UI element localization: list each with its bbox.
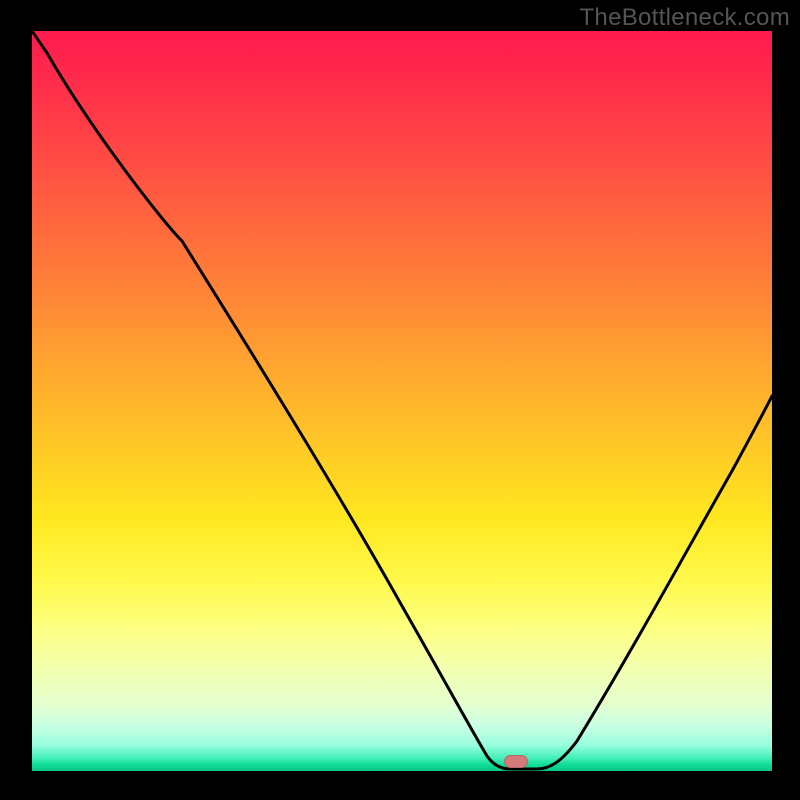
optimal-marker [504, 755, 528, 768]
chart-stage: TheBottleneck.com [0, 0, 800, 800]
watermark-text: TheBottleneck.com [579, 4, 790, 32]
bottleneck-curve [32, 31, 772, 771]
plot-area [30, 31, 772, 773]
